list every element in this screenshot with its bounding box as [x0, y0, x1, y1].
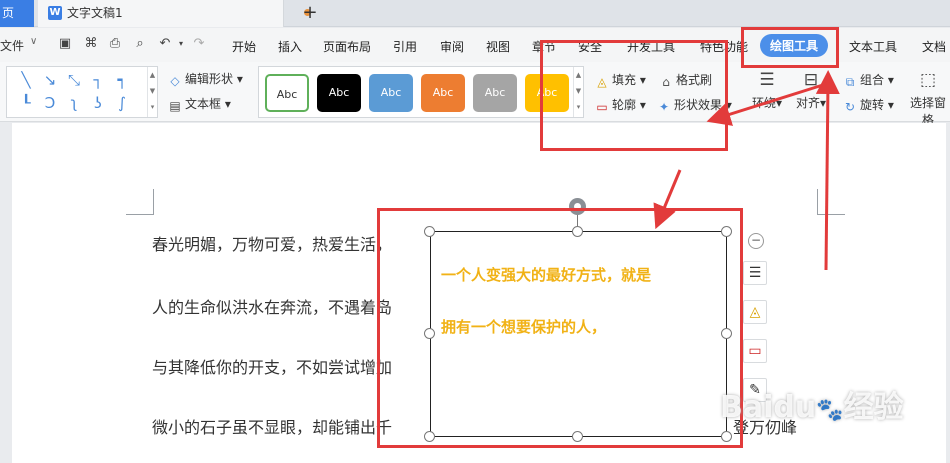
resize-handle[interactable] [424, 226, 435, 237]
shape-style-swatch[interactable]: Abc [525, 74, 569, 112]
crop-mark [817, 189, 845, 215]
selected-textbox[interactable]: 一个人变强大的最好方式，就是 拥有一个想要保护的人， [430, 231, 727, 437]
save-icon[interactable]: ▣ [58, 37, 72, 51]
document-paragraph[interactable]: 春光明媚，万物可爱，热爱生活， [152, 231, 392, 255]
group-button[interactable]: ⧉ 组合 ▾ [843, 71, 894, 89]
double-arrow-shape-icon[interactable]: ⤡ [65, 71, 83, 89]
shape-effects-button[interactable]: ✦ 形状效果 ▾ [657, 96, 732, 114]
menu-developer[interactable]: 开发工具 [627, 38, 675, 55]
line-shape-icon[interactable]: ╲ [17, 71, 35, 89]
watermark-suffix: 经验 [843, 390, 904, 425]
elbow-connector-icon[interactable]: ┐ [89, 71, 107, 89]
outline-button[interactable]: ▭ 轮廓 ▾ [595, 96, 646, 114]
menu-view[interactable]: 视图 [486, 38, 510, 55]
ribbon: ╲ ↘ ⤡ ┐ ┑ ┖ Ↄ ʅ ʖ ∫ ▲ ▼ ▾ ◇ 编辑形状 ▾ ▤ 文本框 ▾ A… [0, 62, 950, 127]
document-paragraph[interactable]: 人的生命似洪水在奔流，不遇着岛 [152, 294, 392, 318]
resize-handle[interactable] [721, 431, 732, 442]
edit-shape-button[interactable]: ◇ 编辑形状 ▾ [168, 70, 242, 88]
outline-icon: ▭ [596, 100, 608, 114]
menu-document[interactable]: 文档 [922, 38, 946, 55]
edit-shape-icon: ◇ [170, 74, 180, 88]
chevron-down-icon[interactable]: ∨ [30, 36, 37, 47]
curved-arrow-icon[interactable]: ʅ [65, 94, 83, 112]
menu-page-layout[interactable]: 页面布局 [323, 38, 371, 55]
format-brush-icon[interactable]: ⌘ [84, 37, 98, 51]
title-bar: 页 W 文字文稿1 + [0, 0, 950, 27]
layout-options-icon[interactable]: ☰ [743, 261, 767, 285]
menu-home[interactable]: 开始 [232, 38, 256, 55]
menu-text-tools[interactable]: 文本工具 [849, 38, 897, 55]
watermark: Baidu🐾经验 [720, 382, 904, 426]
format-painter-icon: ⌂ [662, 75, 670, 89]
rotate-button[interactable]: ↻ 旋转 ▾ [843, 96, 894, 114]
home-tab[interactable]: 页 [0, 0, 34, 27]
rotation-stem [577, 214, 578, 226]
resize-handle[interactable] [572, 431, 583, 442]
document-tab[interactable]: W 文字文稿1 [38, 0, 311, 27]
text-wrap-icon: ☰ [759, 70, 775, 90]
chevron-down-icon[interactable]: ▾ [174, 37, 188, 51]
resize-handle[interactable] [572, 226, 583, 237]
resize-handle[interactable] [721, 328, 732, 339]
shape-effects-icon: ✦ [658, 100, 670, 114]
align-icon: ⊟ [803, 70, 819, 90]
textbox-line[interactable]: 拥有一个想要保护的人， [441, 316, 606, 337]
selection-pane-icon: ⬚ [919, 70, 937, 90]
file-menu[interactable]: 文件 [0, 37, 24, 54]
menu-section[interactable]: 章节 [532, 38, 556, 55]
menu-features[interactable]: 特色功能 [700, 38, 748, 55]
document-paragraph[interactable]: 微小的石子虽不显眼，却能铺出千 [152, 414, 392, 438]
rotate-handle-icon[interactable] [569, 198, 586, 215]
group-icon: ⧉ [845, 75, 855, 89]
shape-style-swatch[interactable]: Abc [421, 74, 465, 112]
textbox-line[interactable]: 一个人变强大的最好方式，就是 [441, 264, 651, 285]
align-button[interactable]: ⊟ 对齐▾ [796, 70, 826, 111]
document-paragraph[interactable]: 与其降低你的开支，不如尝试增加 [152, 354, 392, 378]
text-box-icon: ▤ [169, 99, 181, 113]
resize-handle[interactable] [424, 431, 435, 442]
redo-icon[interactable]: ↷ [192, 37, 206, 51]
outline-icon[interactable]: ▭ [743, 339, 767, 363]
watermark-brand: Baidu [720, 390, 817, 425]
menu-security[interactable]: 安全 [578, 38, 602, 55]
document-tab-title: 文字文稿1 [67, 6, 123, 20]
resize-handle[interactable] [721, 226, 732, 237]
print-preview-icon[interactable]: ⌕ [133, 37, 147, 51]
format-painter-button[interactable]: ⌂ 格式刷 [659, 71, 712, 89]
shape-style-gallery[interactable]: Abc Abc Abc Abc Abc Abc ▲ ▼ ▾ [258, 66, 584, 118]
collapse-toolbar-icon[interactable]: − [748, 233, 764, 249]
paw-icon: 🐾 [816, 398, 844, 423]
menu-review[interactable]: 审阅 [440, 38, 464, 55]
elbow-double-arrow-icon[interactable]: ┖ [17, 94, 35, 112]
menu-insert[interactable]: 插入 [278, 38, 302, 55]
wrap-button[interactable]: ☰ 环绕▾ [752, 70, 782, 111]
gallery-scroll[interactable]: ▲ ▼ ▾ [147, 67, 157, 117]
menu-bar: 文件 ∨ ▣ ⌘ ⎙ ⌕ ↶ ▾ ↷ 开始 插入 页面布局 引用 审阅 视图 章… [0, 28, 950, 62]
crop-mark [126, 189, 154, 215]
fill-button[interactable]: ◬ 填充 ▾ [595, 71, 645, 89]
menu-references[interactable]: 引用 [393, 38, 417, 55]
print-icon[interactable]: ⎙ [108, 37, 122, 51]
new-tab-button[interactable]: + [300, 0, 320, 27]
text-box-button[interactable]: ▤ 文本框 ▾ [168, 95, 231, 113]
freeform-icon[interactable]: ∫ [113, 94, 131, 112]
shapes-gallery[interactable]: ╲ ↘ ⤡ ┐ ┑ ┖ Ↄ ʅ ʖ ∫ ▲ ▼ ▾ [6, 66, 158, 118]
shape-style-swatch[interactable]: Abc [473, 74, 517, 112]
menu-drawing-tools[interactable]: 绘图工具 [760, 34, 829, 57]
shape-style-swatch[interactable]: Abc [369, 74, 413, 112]
shape-style-swatch[interactable]: Abc [265, 74, 309, 112]
shape-style-swatch[interactable]: Abc [317, 74, 361, 112]
arrow-shape-icon[interactable]: ↘ [41, 71, 59, 89]
resize-handle[interactable] [424, 328, 435, 339]
rotate-icon: ↻ [844, 100, 856, 114]
undo-icon[interactable]: ↶ [158, 37, 172, 51]
selection-pane-button[interactable]: ⬚ 选择窗格 [906, 70, 950, 128]
curved-connector-icon[interactable]: Ↄ [41, 94, 59, 112]
fill-bucket-icon: ◬ [597, 75, 607, 89]
style-gallery-scroll[interactable]: ▲ ▼ ▾ [573, 67, 583, 117]
fill-bucket-icon[interactable]: ◬ [743, 300, 767, 324]
elbow-arrow-icon[interactable]: ┑ [113, 71, 131, 89]
writer-doc-icon: W [48, 6, 62, 20]
curved-double-arrow-icon[interactable]: ʖ [89, 94, 107, 112]
